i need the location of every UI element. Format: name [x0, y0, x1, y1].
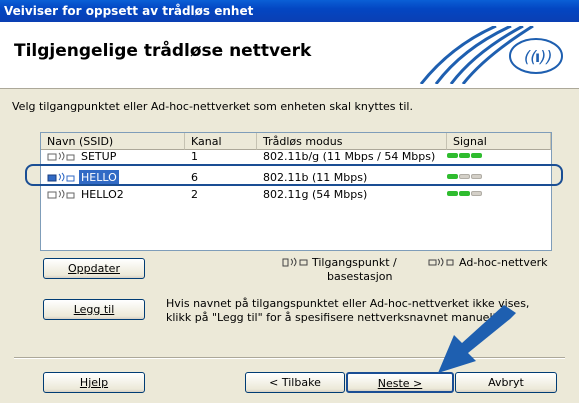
- signal-bar: [447, 191, 458, 196]
- back-button-label: < Tilbake: [269, 376, 321, 389]
- column-header-mode[interactable]: Trådløs modus: [257, 133, 447, 150]
- signal-bar: [459, 191, 470, 196]
- page-title: Tilgjengelige trådløse nettverk: [14, 41, 312, 61]
- wireless-logo-icon: (( ı )): [419, 26, 563, 84]
- column-header-signal[interactable]: Signal: [447, 133, 551, 150]
- network-ssid: HELLO2: [81, 188, 124, 201]
- signal-bar: [471, 153, 482, 158]
- signal-bar: [459, 174, 470, 179]
- signal-bar: [471, 191, 482, 196]
- instruction-text: Velg tilgangpunktet eller Ad-hoc-nettver…: [12, 100, 413, 113]
- network-mode: 802.11b/g (11 Mbps / 54 Mbps): [263, 150, 436, 163]
- network-channel: 6: [191, 171, 198, 184]
- signal-bar: [447, 153, 458, 158]
- add-button[interactable]: Legg til: [43, 299, 145, 320]
- next-button-label: Neste >: [377, 377, 423, 390]
- help-button-label: Hjelp: [79, 376, 109, 389]
- update-button-label: Oppdater: [68, 262, 120, 275]
- arrow-icon: [438, 305, 516, 373]
- title-bar: Veiviser for oppsett av trådløs enhet: [0, 0, 579, 22]
- network-channel: 2: [191, 188, 198, 201]
- network-mode: 802.11b (11 Mbps): [263, 171, 368, 184]
- network-list[interactable]: Navn (SSID) Kanal Trådløs modus Signal S…: [40, 132, 552, 251]
- svg-text:)): )): [539, 47, 552, 66]
- update-button[interactable]: Oppdater: [43, 258, 145, 279]
- header-panel: Tilgjengelige trådløse nettverk (( ı )): [0, 22, 579, 89]
- wizard-window: Veiviser for oppsett av trådløs enhet Ti…: [0, 0, 579, 403]
- column-header-ssid[interactable]: Navn (SSID): [41, 133, 185, 150]
- access-point-legend-icon: [282, 257, 308, 267]
- network-ssid: SETUP: [81, 150, 117, 163]
- network-row[interactable]: SETUP 1 802.11b/g (11 Mbps / 54 Mbps): [41, 149, 551, 164]
- access-point-legend-label-2: basestasjon: [327, 270, 393, 283]
- network-ssid: HELLO: [79, 170, 119, 185]
- adhoc-legend-icon: [428, 257, 454, 267]
- back-button[interactable]: < Tilbake: [245, 372, 345, 393]
- adhoc-icon: [47, 172, 75, 182]
- signal-bar: [471, 174, 482, 179]
- access-point-legend-label: Tilgangspunkt /: [312, 256, 397, 269]
- network-channel: 1: [191, 150, 198, 163]
- adhoc-legend-label: Ad-hoc-nettverk: [459, 256, 548, 269]
- access-point-icon: [47, 189, 75, 199]
- signal-bar: [447, 174, 458, 179]
- add-button-label: Legg til: [73, 303, 115, 316]
- network-mode: 802.11g (54 Mbps): [263, 188, 368, 201]
- signal-bar: [459, 153, 470, 158]
- network-row-selected[interactable]: HELLO 6 802.11b (11 Mbps): [41, 170, 551, 185]
- access-point-icon: [47, 151, 75, 161]
- column-header-channel[interactable]: Kanal: [185, 133, 257, 150]
- help-button[interactable]: Hjelp: [43, 372, 145, 393]
- network-row[interactable]: HELLO2 2 802.11g (54 Mbps): [41, 187, 551, 202]
